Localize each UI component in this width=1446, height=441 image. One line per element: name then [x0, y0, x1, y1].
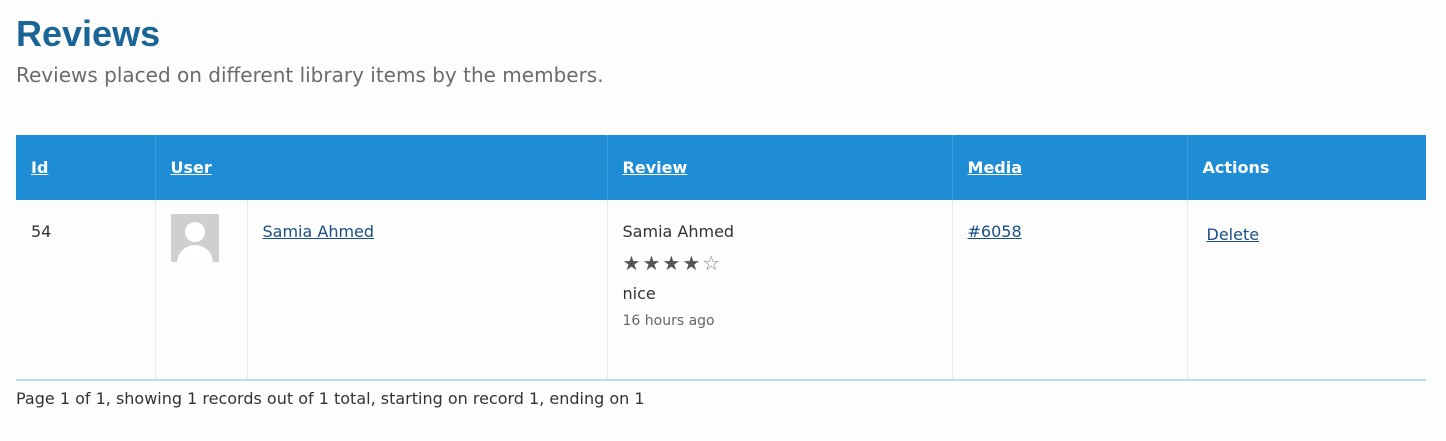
reviews-table: Id User Review Media Actions 54 Samia Ah…	[16, 135, 1427, 381]
column-header-review[interactable]: Review	[606, 135, 953, 200]
star-outline-icon: ☆	[702, 251, 723, 275]
avatar-body-shape	[176, 245, 213, 262]
table-header-row: Id User Review Media Actions	[16, 135, 1427, 200]
avatar-head-shape	[184, 222, 205, 242]
reviews-page: Reviews Reviews placed on different libr…	[0, 0, 1446, 441]
column-header-id[interactable]: Id	[16, 135, 155, 200]
rating-stars: ★★★★☆	[623, 252, 937, 274]
sort-review-link[interactable]: Review	[623, 158, 688, 177]
star-filled-icon: ★	[642, 251, 663, 275]
star-filled-icon: ★	[682, 251, 703, 275]
actions-header-label: Actions	[1202, 158, 1270, 177]
cell-review: Samia Ahmed ★★★★☆ nice 16 hours ago	[606, 200, 953, 381]
sort-media-link[interactable]: Media	[968, 158, 1023, 177]
media-link[interactable]: #6058	[968, 222, 1022, 241]
review-timestamp: 16 hours ago	[622, 313, 715, 329]
column-header-user[interactable]: User	[154, 135, 608, 200]
page-subtitle: Reviews placed on different library item…	[16, 63, 604, 87]
star-filled-icon: ★	[662, 251, 683, 275]
cell-actions: Delete	[1186, 200, 1427, 381]
delete-button[interactable]: Delete	[1207, 225, 1260, 244]
cell-user: Samia Ahmed	[246, 200, 608, 381]
column-header-media[interactable]: Media	[951, 135, 1188, 200]
sort-user-link[interactable]: User	[171, 158, 212, 177]
review-text: nice	[622, 284, 656, 303]
cell-avatar	[154, 200, 247, 381]
pagination-summary: Page 1 of 1, showing 1 records out of 1 …	[16, 389, 645, 408]
page-title: Reviews	[16, 13, 161, 54]
star-filled-icon: ★	[622, 251, 643, 275]
user-avatar-placeholder	[170, 214, 219, 262]
user-name-link[interactable]: Samia Ahmed	[263, 222, 375, 241]
cell-media: #6058	[951, 200, 1188, 381]
sort-id-link[interactable]: Id	[31, 158, 48, 177]
cell-id: 54	[16, 200, 155, 381]
review-id: 54	[31, 222, 52, 241]
column-header-actions: Actions	[1186, 135, 1427, 200]
review-author: Samia Ahmed	[622, 222, 735, 241]
table-row: 54 Samia Ahmed Samia Ahmed ★★★★☆ nice 16…	[16, 200, 1427, 381]
